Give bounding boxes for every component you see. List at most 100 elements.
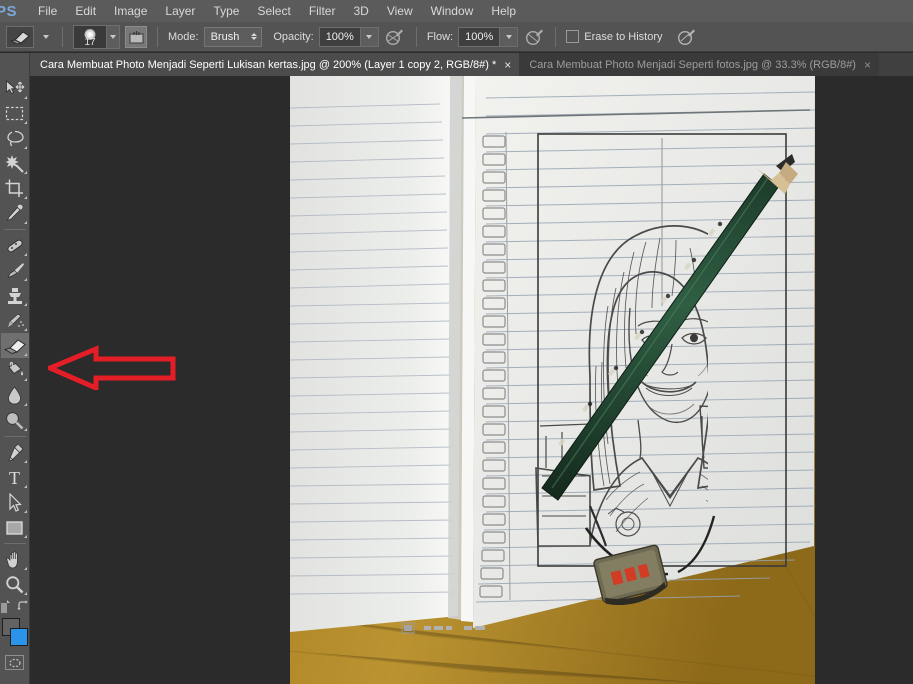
menu-item-image[interactable]: Image <box>105 1 156 21</box>
tool-flyout-indicator <box>23 353 27 356</box>
opacity-dropdown[interactable] <box>360 26 379 47</box>
menu-item-window[interactable]: Window <box>422 1 483 21</box>
photoshop-logo: PS <box>0 2 18 20</box>
close-icon[interactable]: × <box>504 59 511 71</box>
tool-brush[interactable] <box>1 258 29 283</box>
tools-divider-1 <box>3 229 26 230</box>
airbrush-icon <box>525 29 543 45</box>
menu-item-view[interactable]: View <box>378 1 422 21</box>
clone-stamp-tool-icon <box>7 287 22 304</box>
tool-hand[interactable] <box>1 547 29 572</box>
toggle-brush-panel-button[interactable] <box>125 25 147 48</box>
tool-flyout-indicator <box>23 510 27 513</box>
quick-mask-button[interactable] <box>5 655 24 670</box>
tool-eraser[interactable] <box>0 333 29 358</box>
tool-path-selection[interactable] <box>1 490 29 515</box>
chevron-down-icon <box>110 34 116 39</box>
chevron-down-icon <box>42 34 49 39</box>
menu-item-layer[interactable]: Layer <box>156 1 204 21</box>
document-tab-bar: Cara Membuat Photo Menjadi Seperti Lukis… <box>30 53 913 76</box>
blur-tool-icon <box>8 386 21 405</box>
tool-dodge[interactable] <box>1 408 29 433</box>
tool-blur[interactable] <box>1 383 29 408</box>
tool-move[interactable] <box>1 76 29 101</box>
opacity-pressure-button[interactable] <box>384 26 406 48</box>
tool-flyout-indicator <box>23 535 27 538</box>
brush-panel-icon <box>129 30 143 43</box>
tool-flyout-indicator <box>23 221 27 224</box>
menu-item-file[interactable]: File <box>29 1 66 21</box>
brush-size-value: 17 <box>84 36 96 48</box>
background-color-swatch[interactable] <box>9 628 28 646</box>
mode-select[interactable]: Brush <box>203 26 263 47</box>
magic-wand-tool-icon <box>5 155 24 173</box>
tablet-pressure-button[interactable] <box>676 26 698 48</box>
document-image[interactable] <box>290 76 815 684</box>
annotation-arrow <box>43 345 176 392</box>
tool-flyout-indicator <box>23 253 27 256</box>
tool-crop[interactable] <box>1 176 29 201</box>
mode-label: Mode: <box>168 30 199 43</box>
tool-flyout-indicator <box>23 196 27 199</box>
swap-colors-icon[interactable] <box>16 599 31 614</box>
document-tab-active[interactable]: Cara Membuat Photo Menjadi Seperti Lukis… <box>30 53 520 76</box>
tool-magic-wand[interactable] <box>1 151 29 176</box>
menu-item-help[interactable]: Help <box>482 1 525 21</box>
flow-dropdown[interactable] <box>500 26 519 47</box>
tool-preset-dropdown[interactable] <box>39 26 52 48</box>
paint-bucket-tool-icon <box>8 361 24 375</box>
close-icon[interactable]: × <box>864 59 871 71</box>
tool-horizontal-type[interactable]: T <box>1 465 29 490</box>
tool-zoom[interactable] <box>1 572 29 597</box>
tool-eyedropper[interactable] <box>1 201 29 226</box>
airbrush-button[interactable] <box>523 26 545 48</box>
tool-clone-stamp[interactable] <box>1 283 29 308</box>
path-selection-tool-icon <box>8 493 22 512</box>
eyedropper-tool-icon <box>6 204 23 222</box>
tool-flyout-indicator <box>23 146 27 149</box>
tool-lasso[interactable] <box>1 126 29 151</box>
tool-pen[interactable] <box>1 440 29 465</box>
flow-input[interactable]: 100% <box>458 26 501 47</box>
lasso-tool-icon <box>6 130 24 147</box>
spinner-icon <box>251 33 258 40</box>
quick-mask-icon <box>8 658 21 667</box>
flow-label: Flow: <box>426 30 454 43</box>
brush-preset-dropdown[interactable] <box>107 24 120 49</box>
document-tab-inactive[interactable]: Cara Membuat Photo Menjadi Seperti fotos… <box>519 53 879 76</box>
tool-flyout-indicator <box>23 96 27 99</box>
menu-item-3d[interactable]: 3D <box>344 1 377 21</box>
current-tool-preview[interactable] <box>6 25 34 48</box>
rectangular-marquee-tool-icon <box>5 106 24 121</box>
mode-value: Brush <box>210 30 240 43</box>
document-tab-title: Cara Membuat Photo Menjadi Seperti Lukis… <box>40 58 497 71</box>
options-divider-1 <box>62 26 63 47</box>
options-divider-4 <box>555 26 557 47</box>
menu-item-type[interactable]: Type <box>204 1 248 21</box>
tool-flyout-indicator <box>23 378 27 381</box>
tool-rectangle[interactable] <box>1 515 29 540</box>
tool-history-brush[interactable] <box>1 308 29 333</box>
tool-flyout-indicator <box>23 567 27 570</box>
history-brush-tool-icon <box>7 313 24 327</box>
menu-item-edit[interactable]: Edit <box>66 1 105 21</box>
eraser-icon <box>10 30 30 44</box>
erase-to-history-checkbox[interactable] <box>566 30 580 43</box>
tool-flyout-indicator <box>23 403 27 406</box>
tool-gradient[interactable] <box>1 358 29 383</box>
opacity-input[interactable]: 100% <box>318 26 361 47</box>
tool-flyout-indicator <box>23 121 27 124</box>
pressure-opacity-icon <box>386 29 404 45</box>
brush-tool-icon <box>6 262 24 278</box>
tool-spot-healing-brush[interactable] <box>1 233 29 258</box>
options-divider-3 <box>415 26 417 47</box>
menu-item-select[interactable]: Select <box>248 1 299 21</box>
type-tool-icon: T <box>9 467 20 488</box>
opacity-label: Opacity: <box>273 30 314 43</box>
menu-item-filter[interactable]: Filter <box>300 1 345 21</box>
move-tool-icon <box>5 80 24 95</box>
tool-rectangular-marquee[interactable] <box>1 101 29 126</box>
eraser-tool-icon <box>3 338 26 354</box>
edit-toolbar-icon[interactable] <box>0 599 12 614</box>
brush-size-preview[interactable]: 17 <box>73 24 107 49</box>
